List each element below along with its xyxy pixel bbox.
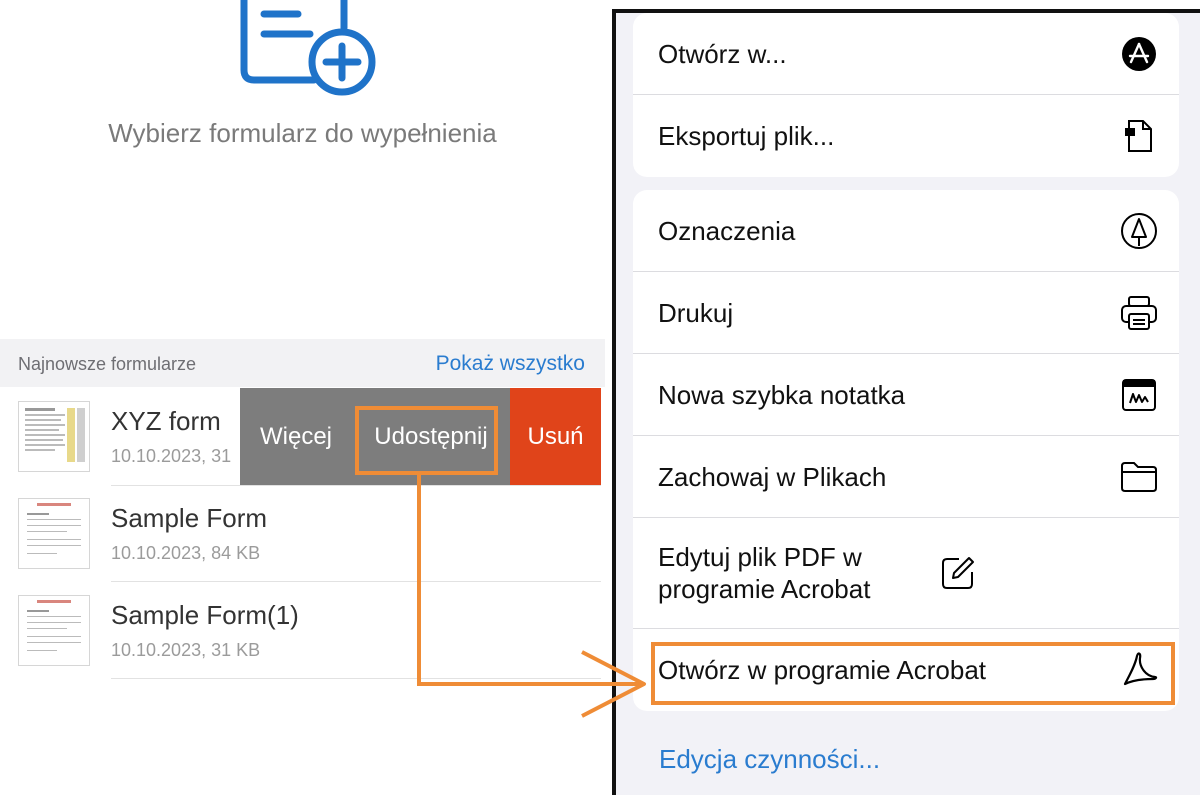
open-in-item[interactable]: Otwórz w... [633, 13, 1179, 95]
markup-pen-icon [1119, 211, 1159, 251]
markup-label: Oznaczenia [658, 215, 796, 246]
row-divider [111, 678, 601, 679]
quick-note-label: Nowa szybka notatka [658, 379, 906, 410]
save-to-files-label: Zachowaj w Plikach [658, 461, 887, 492]
recent-forms-header: Najnowsze formularze Pokaż wszystko [0, 339, 605, 387]
empty-state-subtitle: Wybierz formularz do wypełnienia [108, 118, 497, 148]
row-divider [111, 485, 601, 486]
form-row-sample-1[interactable]: Sample Form(1) 10.10.2023, 31 KB [0, 582, 605, 679]
share-sheet-group-top: Otwórz w... Eksportuj plik... [633, 13, 1179, 177]
export-file-label: Eksportuj plik... [658, 121, 835, 151]
form-title: XYZ form [111, 406, 221, 436]
show-all-link[interactable]: Pokaż wszystko [436, 352, 585, 376]
edit-pdf-acrobat-item[interactable]: Edytuj plik PDF w programie Acrobat [633, 518, 1179, 629]
export-file-icon [1119, 116, 1159, 156]
app-store-icon [1119, 34, 1159, 74]
delete-button[interactable]: Usuń [510, 388, 601, 485]
form-thumbnail [18, 595, 90, 666]
edit-pdf-acrobat-label: Edytuj plik PDF w programie Acrobat [658, 542, 871, 604]
more-button[interactable]: Więcej [240, 388, 352, 485]
form-meta: 10.10.2023, 31 [111, 446, 232, 466]
acrobat-highlight-box [651, 642, 1175, 705]
print-item[interactable]: Drukuj [633, 272, 1179, 354]
printer-icon [1119, 293, 1159, 333]
print-label: Drukuj [658, 297, 734, 328]
edit-pencil-icon [938, 553, 978, 593]
forms-panel: Wybierz formularz do wypełnienia Najnows… [0, 0, 605, 795]
open-in-label: Otwórz w... [658, 38, 787, 69]
new-form-icon[interactable] [236, 0, 380, 98]
recent-forms-title: Najnowsze formularze [18, 354, 197, 374]
form-title: Sample Form(1) [111, 600, 299, 630]
form-thumbnail [18, 401, 90, 472]
form-meta: 10.10.2023, 31 KB [111, 640, 261, 660]
save-to-files-item[interactable]: Zachowaj w Plikach [633, 436, 1179, 518]
quick-note-icon [1119, 375, 1159, 415]
markup-item[interactable]: Oznaczenia [633, 190, 1179, 272]
form-thumbnail [18, 498, 90, 569]
form-title: Sample Form [111, 503, 268, 533]
form-row-sample[interactable]: Sample Form 10.10.2023, 84 KB [0, 485, 605, 582]
export-file-item[interactable]: Eksportuj plik... [633, 95, 1179, 177]
folder-icon [1119, 457, 1159, 497]
share-highlight-box [355, 406, 498, 475]
edit-actions-link[interactable]: Edycja czynności... [659, 744, 880, 775]
form-row-xyz[interactable]: XYZ form 10.10.2023, 31 Więcej Udostępni… [0, 388, 605, 485]
quick-note-item[interactable]: Nowa szybka notatka [633, 354, 1179, 436]
form-meta: 10.10.2023, 84 KB [111, 543, 261, 563]
share-sheet-group-actions: Oznaczenia Drukuj Nowa szybka notatka Za… [633, 190, 1179, 711]
